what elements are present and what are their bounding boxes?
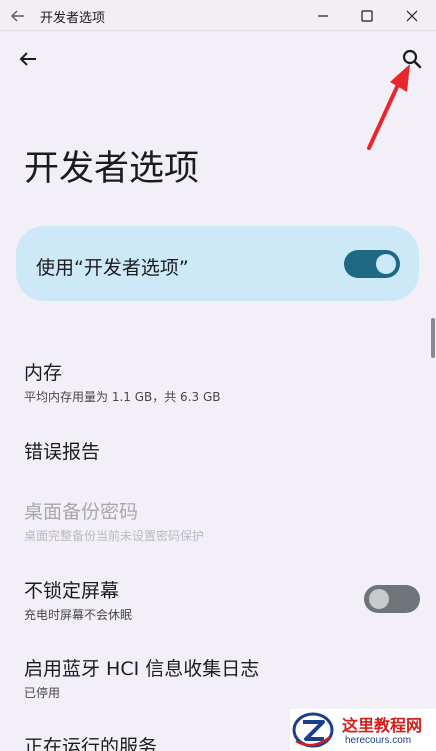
stay-awake-switch[interactable] (364, 585, 420, 613)
list-item-bug-report[interactable]: 错误报告 (24, 440, 424, 464)
minimize-icon[interactable] (312, 5, 334, 27)
annotation-arrow-icon (367, 64, 410, 150)
item-title: 启用蓝牙 HCI 信息收集日志 (24, 658, 260, 680)
item-subtitle: 平均内存用量为 1.1 GB，共 6.3 GB (24, 390, 221, 404)
developer-options-toggle-card[interactable]: 使用“开发者选项” (16, 226, 419, 301)
back-button[interactable] (16, 47, 40, 71)
item-title: 桌面备份密码 (24, 501, 139, 523)
item-subtitle: 充电时屏幕不会休眠 (24, 608, 133, 622)
item-subtitle: 桌面完整备份当前未设置密码保护 (24, 529, 205, 543)
close-icon[interactable] (401, 5, 423, 27)
watermark-en-text: herecours.com (345, 735, 412, 746)
maximize-icon[interactable] (356, 5, 378, 27)
developer-options-toggle-label: 使用“开发者选项” (36, 257, 189, 279)
switch-thumb (369, 589, 389, 609)
watermark-cn-text: 这里教程网 (342, 716, 423, 735)
item-subtitle: 已停用 (24, 686, 61, 700)
developer-options-switch[interactable] (344, 250, 400, 278)
window-titlebar: 开发者选项 (0, 0, 436, 31)
switch-thumb (376, 254, 396, 274)
item-title: 不锁定屏幕 (24, 580, 120, 602)
list-item-memory[interactable]: 内存 平均内存用量为 1.1 GB，共 6.3 GB (24, 361, 424, 405)
item-title: 错误报告 (24, 441, 101, 463)
arrow-left-icon[interactable] (8, 6, 28, 26)
scrollbar[interactable] (431, 318, 435, 358)
item-title: 内存 (24, 362, 63, 384)
list-item-stay-awake[interactable]: 不锁定屏幕 充电时屏幕不会休眠 (24, 579, 354, 623)
logo-badge-icon (292, 712, 334, 748)
watermark-logo: 这里教程网 herecours.com (290, 709, 436, 751)
page-title: 开发者选项 (24, 149, 200, 189)
window-title: 开发者选项 (40, 11, 106, 26)
list-item-bluetooth-hci-log[interactable]: 启用蓝牙 HCI 信息收集日志 已停用 (24, 657, 424, 701)
list-item-backup-password: 桌面备份密码 桌面完整备份当前未设置密码保护 (24, 500, 424, 544)
